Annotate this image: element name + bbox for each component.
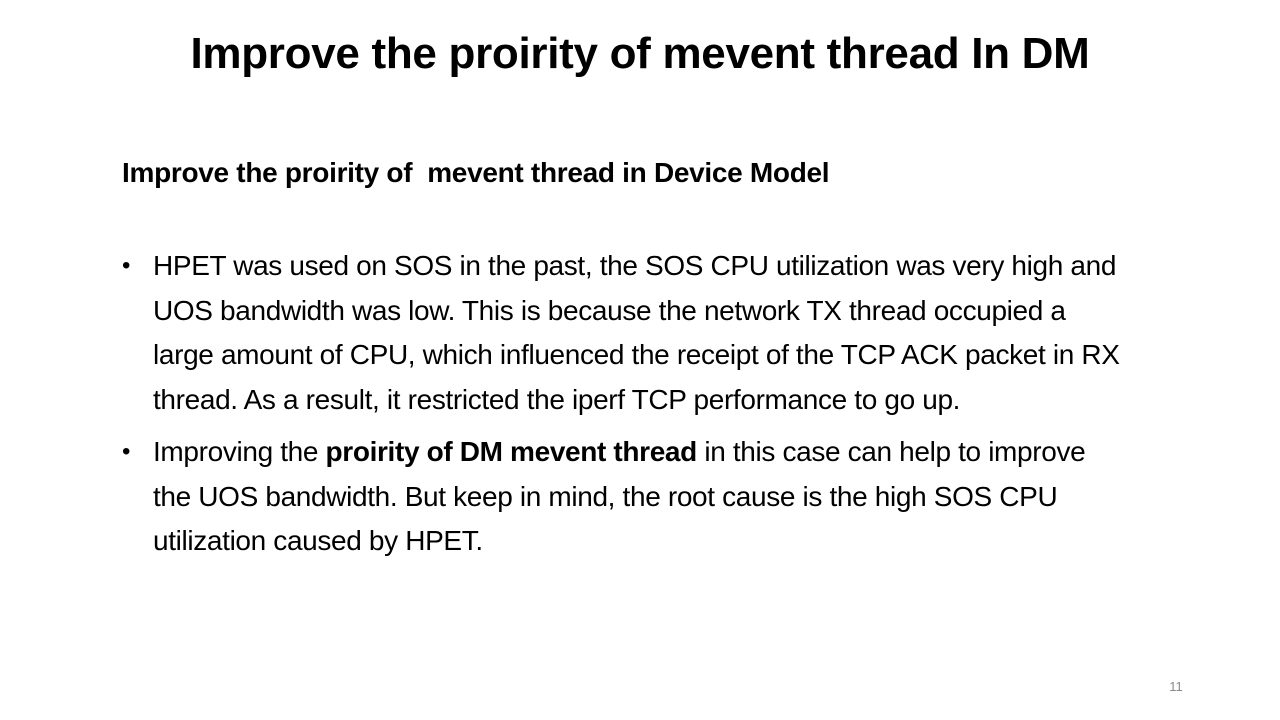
- bullet-marker: •: [122, 252, 131, 279]
- bullet-list: • HPET was used on SOS in the past, the …: [122, 244, 1122, 572]
- page-number: 11: [1169, 679, 1183, 694]
- slide: Improve the proirity of mevent thread In…: [0, 0, 1280, 720]
- bullet-item-priority: • Improving the proirity of DM mevent th…: [122, 430, 1122, 564]
- slide-subtitle: Improve the proirity of mevent thread in…: [122, 157, 830, 188]
- bullet-item-hpet: • HPET was used on SOS in the past, the …: [122, 244, 1122, 422]
- bullet-text: Improving the proirity of DM mevent thre…: [153, 436, 1093, 556]
- bullet-text-before: Improving the: [153, 436, 326, 467]
- bullet-text-bold: proirity of DM mevent thread: [325, 436, 698, 467]
- bullet-marker: •: [122, 438, 131, 465]
- slide-title: Improve the proirity of mevent thread In…: [190, 29, 1090, 78]
- bullet-text: HPET was used on SOS in the past, the SO…: [153, 250, 1120, 415]
